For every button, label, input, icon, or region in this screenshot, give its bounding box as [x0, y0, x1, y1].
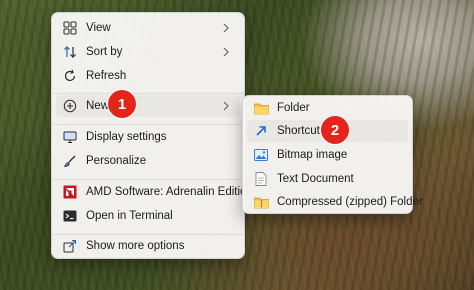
- menu-item-refresh[interactable]: Refresh: [56, 65, 240, 87]
- new-submenu: Folder Shortcut Bitmap image Text Docume…: [242, 95, 423, 214]
- folder-icon: [253, 100, 269, 116]
- menu-item-label: Personalize: [86, 155, 147, 167]
- submenu-item-label: Bitmap image: [277, 149, 348, 161]
- chevron-right-icon: [220, 22, 232, 34]
- menu-item-label: Open in Terminal: [86, 210, 173, 222]
- menu-item-label: AMD Software: Adrenalin Edition: [86, 186, 253, 198]
- submenu-item-label: Text Document: [277, 173, 354, 185]
- bitmap-icon: [253, 147, 269, 163]
- refresh-icon: [62, 68, 78, 84]
- submenu-item-bitmap-image[interactable]: Bitmap image: [247, 144, 408, 166]
- menu-item-new[interactable]: New: [56, 95, 240, 117]
- display-icon: [62, 129, 78, 145]
- submenu-item-compressed-folder[interactable]: Compressed (zipped) Folder: [247, 191, 423, 213]
- menu-separator: [52, 179, 244, 180]
- plus-circle-icon: [62, 98, 78, 114]
- menu-item-amd-software[interactable]: AMD Software: Adrenalin Edition: [56, 181, 253, 203]
- chevron-right-icon: [220, 100, 232, 112]
- callout-badge-1: 1: [107, 89, 137, 119]
- callout-badge-2: 2: [320, 115, 350, 145]
- menu-item-display-settings[interactable]: Display settings: [56, 126, 240, 148]
- zip-folder-icon: [253, 194, 269, 210]
- sort-icon: [62, 44, 78, 60]
- menu-item-show-more-options[interactable]: Show more options: [56, 235, 240, 257]
- menu-item-label: Show more options: [86, 240, 185, 252]
- menu-item-label: Sort by: [86, 46, 123, 58]
- amd-logo-icon: [62, 184, 78, 200]
- menu-separator: [52, 93, 244, 94]
- submenu-item-label: Shortcut: [277, 125, 320, 137]
- menu-item-sort-by[interactable]: Sort by: [56, 41, 240, 63]
- menu-item-label: Refresh: [86, 70, 127, 82]
- chevron-right-icon: [220, 46, 232, 58]
- submenu-item-text-document[interactable]: Text Document: [247, 168, 408, 190]
- desktop-context-menu: View Sort by Refresh New Display setting…: [51, 12, 253, 259]
- terminal-icon: [62, 208, 78, 224]
- menu-item-label: Display settings: [86, 131, 167, 143]
- text-document-icon: [253, 171, 269, 187]
- menu-item-personalize[interactable]: Personalize: [56, 150, 240, 172]
- brush-icon: [62, 153, 78, 169]
- menu-item-view[interactable]: View: [56, 17, 240, 39]
- shortcut-icon: [253, 123, 269, 139]
- menu-separator: [52, 124, 244, 125]
- grid-view-icon: [62, 20, 78, 36]
- submenu-item-label: Folder: [277, 102, 310, 114]
- submenu-item-label: Compressed (zipped) Folder: [277, 196, 423, 208]
- share-icon: [62, 238, 78, 254]
- menu-item-open-in-terminal[interactable]: Open in Terminal: [56, 205, 240, 227]
- menu-item-label: New: [86, 100, 110, 112]
- menu-item-label: View: [86, 22, 111, 34]
